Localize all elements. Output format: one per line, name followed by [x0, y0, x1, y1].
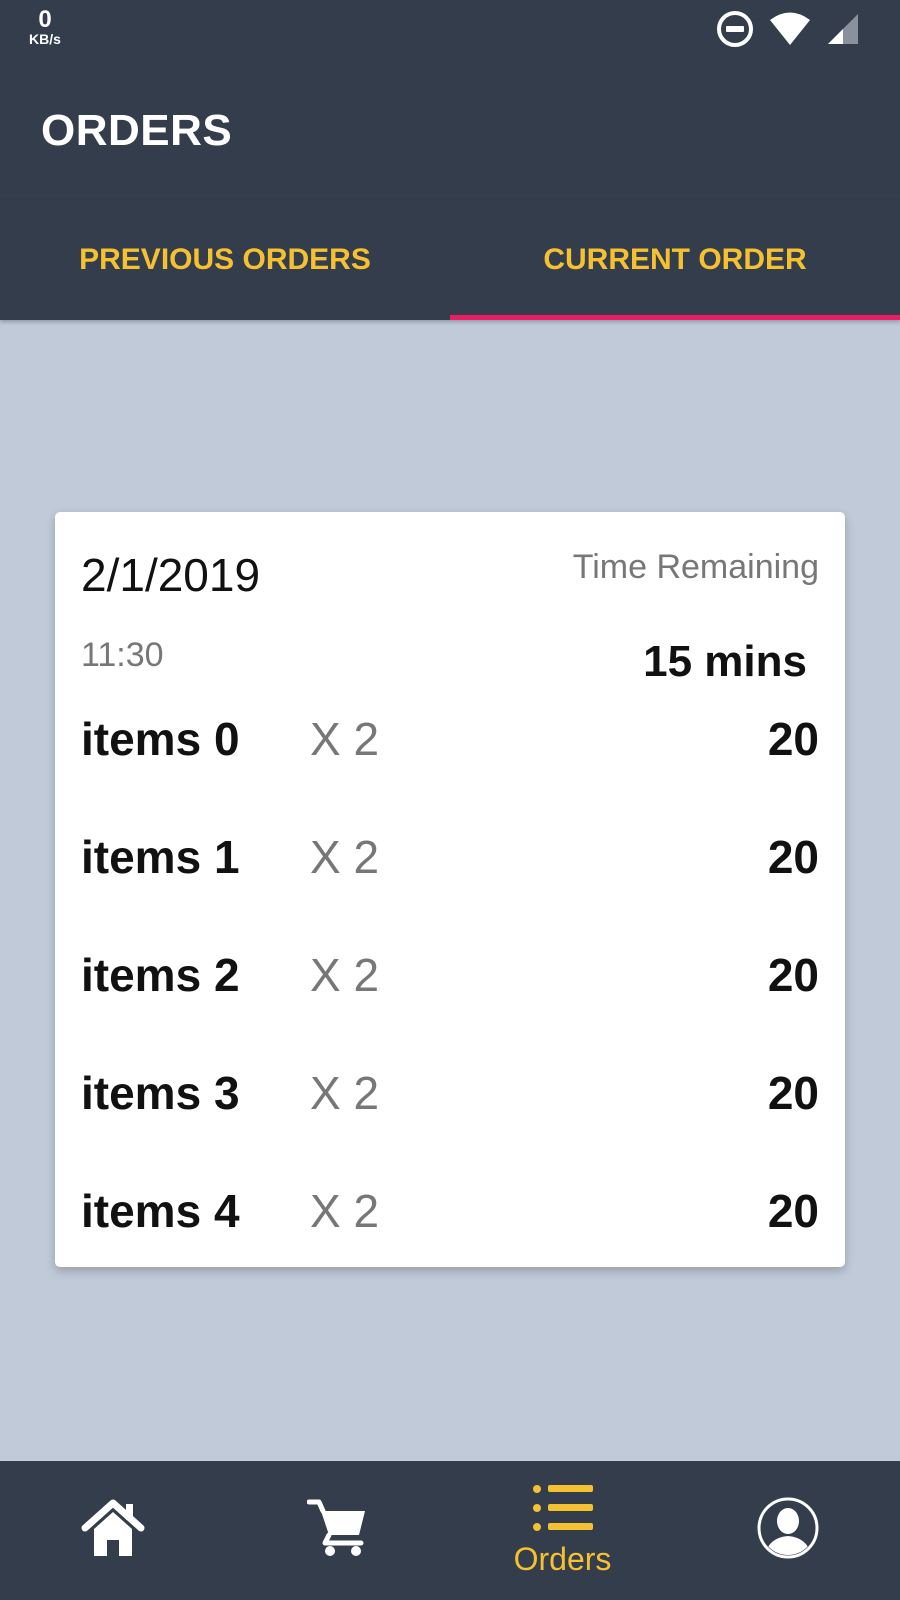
app-bar: ORDERS [0, 60, 900, 200]
tab-current-order[interactable]: CURRENT ORDER [450, 200, 900, 320]
item-name: items 4 [81, 1185, 240, 1237]
list-item: items 0 X 2 20 [81, 682, 819, 800]
nav-cart[interactable] [225, 1461, 450, 1600]
current-order-card: 2/1/2019 Time Remaining 11:30 15 mins it… [55, 512, 845, 1267]
list-item: items 4 X 2 20 [81, 1154, 819, 1272]
item-quantity: X 2 [310, 831, 380, 883]
order-tabs: PREVIOUS ORDERS CURRENT ORDER [0, 200, 900, 320]
item-name: items 2 [81, 949, 240, 1001]
tab-previous-orders[interactable]: PREVIOUS ORDERS [0, 200, 450, 320]
profile-icon [756, 1496, 820, 1565]
item-quantity: X 2 [310, 713, 380, 765]
page-title: ORDERS [41, 106, 233, 155]
wifi-icon [768, 11, 812, 52]
nav-home[interactable] [0, 1461, 225, 1600]
status-icons [716, 10, 860, 53]
order-items-list: items 0 X 2 20 items 1 X 2 20 items 2 X … [81, 682, 819, 1272]
nav-orders-label: Orders [513, 1540, 612, 1577]
item-price: 20 [767, 1067, 819, 1119]
item-price: 20 [767, 713, 819, 765]
item-price: 20 [767, 949, 819, 1001]
do-not-disturb-icon [716, 10, 754, 53]
network-speed-value: 0 [38, 6, 52, 33]
time-remaining-value: 15 mins [643, 637, 807, 686]
list-item: items 3 X 2 20 [81, 1036, 819, 1154]
item-name: items 3 [81, 1067, 240, 1119]
list-item: items 2 X 2 20 [81, 918, 819, 1036]
item-name: items 0 [81, 713, 240, 765]
cart-icon [306, 1497, 369, 1564]
item-price: 20 [767, 831, 819, 883]
order-time: 11:30 [81, 636, 164, 674]
item-quantity: X 2 [310, 949, 380, 1001]
bottom-navigation: Orders [0, 1461, 900, 1600]
nav-profile[interactable] [675, 1461, 900, 1600]
list-icon [532, 1484, 594, 1537]
status-bar: 0 KB/s [0, 0, 900, 60]
item-quantity: X 2 [310, 1067, 380, 1119]
home-icon [81, 1498, 145, 1563]
order-date: 2/1/2019 [81, 549, 261, 601]
network-speed: 0 KB/s [22, 6, 68, 47]
item-quantity: X 2 [310, 1185, 380, 1237]
time-remaining-label: Time Remaining [572, 548, 819, 586]
nav-orders[interactable]: Orders [450, 1461, 675, 1600]
network-speed-unit: KB/s [29, 31, 61, 47]
list-item: items 1 X 2 20 [81, 800, 819, 918]
item-price: 20 [767, 1185, 819, 1237]
item-name: items 1 [81, 831, 240, 883]
signal-icon [826, 12, 860, 51]
